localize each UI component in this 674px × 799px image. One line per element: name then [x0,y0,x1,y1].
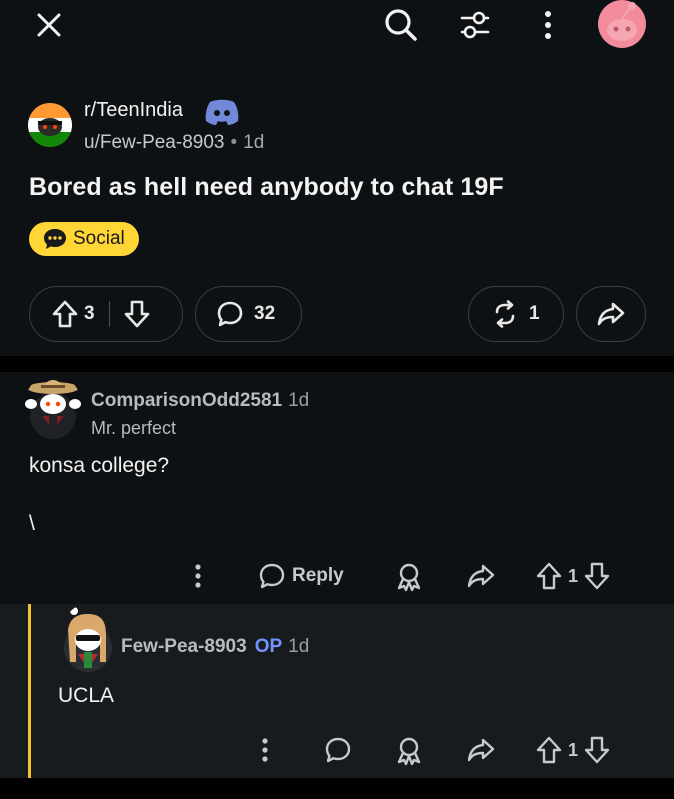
upvote-button[interactable] [536,562,562,590]
comment-age: 1d [288,390,310,411]
section-divider [0,356,674,372]
downvote-button[interactable] [124,300,150,328]
post-age: 1d [243,132,265,153]
comment-score: 1 [568,739,579,760]
more-vertical-icon [262,738,268,762]
comment-age: 1d [288,636,310,657]
search-icon [385,9,417,41]
snoo-avatar-icon [598,0,646,48]
flair-label: Social [73,228,125,249]
post-flair[interactable]: Social [29,222,139,256]
comment-vote: 1 [536,736,610,764]
close-icon [37,13,61,37]
search-button[interactable] [380,4,422,46]
top-bar [0,0,674,60]
crosspost-count: 1 [529,303,540,324]
comment-more-button[interactable] [194,562,208,590]
share-arrow-icon [467,564,495,588]
upvote-arrow-icon [52,300,78,328]
comment-body: UCLA [58,684,115,707]
comment-author-line: Few-Pea-8903 OP 1d [121,636,309,658]
award-icon [397,737,421,766]
downvote-arrow-icon [124,300,150,328]
upvote-arrow-icon [536,736,562,764]
comment-vote: 1 [536,562,610,590]
comment-more-button[interactable] [261,736,275,764]
snoo-avatar-icon [64,607,112,672]
meta-separator: • [230,132,238,153]
bottom-divider [0,778,674,799]
commenter-avatar[interactable] [60,604,114,674]
reply-button[interactable]: Reply [258,562,344,590]
user-avatar[interactable] [596,0,648,48]
share-button[interactable] [466,736,496,764]
downvote-arrow-icon [584,562,610,590]
comment-bubble-icon [216,300,244,328]
comment-author[interactable]: ComparisonOdd2581 [91,390,282,411]
more-vertical-icon [195,564,201,588]
user-flair: Mr. perfect [91,418,177,438]
sort-filter-button[interactable] [455,4,495,46]
comments-button[interactable]: 32 [195,286,302,342]
crosspost-button[interactable]: 1 [468,286,564,342]
downvote-button[interactable] [584,736,610,764]
share-button[interactable] [576,286,646,342]
reply-button[interactable] [324,736,352,764]
post-author[interactable]: u/Few-Pea-8903 [84,132,224,153]
comment-bubble-icon [325,737,351,763]
comment-body-line: konsa college? [29,454,170,477]
award-button[interactable] [394,562,424,592]
subreddit-avatar[interactable] [28,103,72,147]
snoo-avatar-icon [25,380,81,439]
downvote-arrow-icon [584,736,610,764]
comment-author-line: ComparisonOdd2581 1d [91,390,309,412]
more-vertical-icon [545,11,551,39]
comment-author[interactable]: Few-Pea-8903 [121,636,247,657]
crosspost-icon [491,300,519,328]
comment-body-line: \ [29,512,35,535]
share-arrow-icon [467,738,495,762]
thread-line[interactable] [28,604,31,778]
upvote-count: 3 [84,303,95,324]
comment-count: 32 [254,303,276,324]
award-icon [397,563,421,592]
award-button[interactable] [394,736,424,766]
subreddit-icon [28,103,72,147]
comment-bubble-icon [259,563,285,589]
op-badge: OP [254,636,283,657]
reply-label: Reply [292,565,344,586]
discord-icon[interactable] [204,98,240,131]
upvote-arrow-icon [536,562,562,590]
post-title[interactable]: Bored as hell need anybody to chat 19F [29,173,504,202]
commenter-avatar[interactable] [24,374,82,440]
downvote-button[interactable] [584,562,610,590]
chat-bubble-icon [43,228,67,250]
subreddit-name[interactable]: r/TeenIndia [84,99,183,122]
more-options-button[interactable] [534,6,562,44]
close-button[interactable] [30,6,68,44]
upvote-button[interactable] [52,300,78,328]
sort-filter-icon [460,11,490,39]
post-meta: u/Few-Pea-8903 • 1d [84,132,264,154]
share-arrow-icon [597,302,625,326]
vote-pill: 3 [29,286,183,342]
vote-divider [108,301,111,327]
upvote-button[interactable] [536,736,562,764]
comment-score: 1 [568,565,579,586]
share-button[interactable] [466,562,496,590]
